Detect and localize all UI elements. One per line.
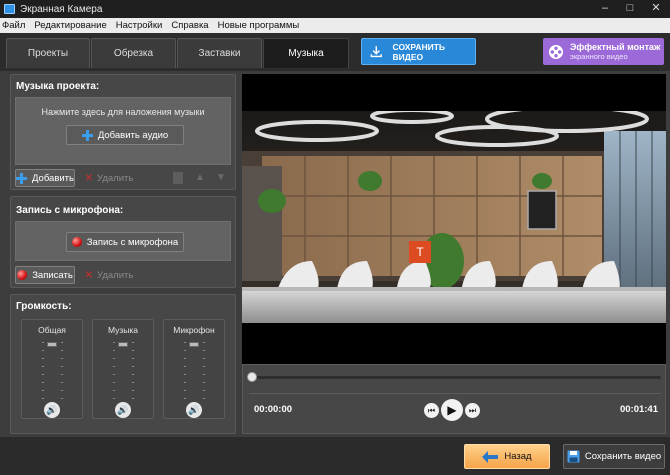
scale-ticks [42, 342, 44, 402]
x-icon: ✕ [84, 269, 94, 281]
add-audio-button[interactable]: Добавить аудио [66, 125, 184, 145]
maximize-button[interactable]: □ [623, 2, 637, 15]
delete-music-button[interactable]: ✕ Удалить [83, 169, 135, 187]
move-up-icon[interactable]: ▲ [195, 172, 207, 184]
menu-edit[interactable]: Редактирование [34, 20, 106, 31]
save-video-button[interactable]: СОХРАНИТЬ ВИДЕО [361, 38, 476, 65]
next-icon[interactable]: ⏭ [465, 403, 480, 418]
download-icon [370, 46, 382, 58]
title-bar: Экранная Камера – □ ✕ [0, 0, 670, 18]
menu-settings[interactable]: Настройки [116, 20, 163, 31]
film-reel-icon [549, 44, 563, 59]
video-frame: T [242, 111, 666, 323]
tab-intros[interactable]: Заставки [177, 38, 262, 68]
delete-mic-button[interactable]: ✕ Удалить [83, 266, 135, 284]
menu-help[interactable]: Справка [171, 20, 208, 31]
menu-bar: Файл Редактирование Настройки Справка Но… [0, 18, 670, 33]
promo-banner[interactable]: Эффектный монтаж экранного видео [543, 38, 664, 65]
save-video-bottom-button[interactable]: Сохранить видео [563, 444, 665, 469]
music-drop-zone[interactable]: Нажмите здесь для наложения музыки Добав… [15, 97, 231, 165]
add-button[interactable]: Добавить [15, 169, 75, 187]
plus-icon [16, 172, 27, 184]
seek-handle[interactable] [247, 372, 257, 382]
add-audio-label: Добавить аудио [97, 129, 169, 141]
record-icon [17, 270, 28, 280]
back-arrow-icon [482, 450, 499, 463]
play-icon[interactable]: ▶ [441, 399, 463, 421]
x-icon: ✕ [84, 172, 94, 184]
volume-slider-general[interactable] [47, 342, 57, 347]
mic-panel: Запись с микрофона: Запись с микрофона З… [10, 196, 236, 288]
scale-ticks [132, 342, 134, 402]
speaker-icon[interactable]: 🔊 [44, 402, 60, 418]
tab-trim[interactable]: Обрезка [91, 38, 176, 68]
record-icon [71, 237, 82, 247]
speaker-icon[interactable]: 🔊 [186, 402, 202, 418]
video-preview[interactable]: T [242, 74, 666, 364]
scale-ticks [113, 342, 115, 402]
volume-slider-music[interactable] [118, 342, 128, 347]
back-button[interactable]: Назад [464, 444, 550, 469]
delete-label: Удалить [97, 269, 134, 281]
music-panel: Музыка проекта: Нажмите здесь для наложе… [10, 74, 236, 190]
minimize-button[interactable]: – [598, 2, 612, 15]
scale-ticks [203, 342, 205, 402]
divider [249, 393, 661, 394]
music-hint: Нажмите здесь для наложения музыки [41, 107, 205, 117]
scale-ticks [184, 342, 186, 402]
delete-label: Удалить [97, 172, 134, 184]
player-controls: 00:00:00 00:01:41 ⏮ ▶ ⏭ [242, 364, 666, 434]
promo-subtitle: экранного видео [570, 52, 628, 61]
volume-channel-general: Общая 🔊 [21, 319, 83, 419]
total-time: 00:01:41 [619, 404, 658, 415]
tab-music[interactable]: Музыка [263, 38, 349, 68]
volume-channel-mic: Микрофон 🔊 [163, 319, 225, 419]
volume-label-music: Музыка [107, 325, 139, 335]
save-video-bottom-label: Сохранить видео [584, 451, 662, 462]
speaker-icon[interactable]: 🔊 [115, 402, 131, 418]
menu-new-programs[interactable]: Новые программы [218, 20, 300, 31]
move-down-icon[interactable]: ▼ [216, 172, 228, 184]
previous-icon[interactable]: ⏮ [424, 403, 439, 418]
close-button[interactable]: ✕ [649, 2, 663, 15]
current-time: 00:00:00 [254, 404, 293, 415]
app-icon [4, 4, 15, 14]
mic-title: Запись с микрофона: [16, 205, 124, 216]
record-from-mic-label: Запись с микрофона [86, 236, 179, 248]
floppy-disk-icon [567, 450, 580, 463]
add-label: Добавить [32, 172, 74, 184]
volume-slider-mic[interactable] [189, 342, 199, 347]
back-label: Назад [504, 451, 532, 462]
office-scene-image [242, 111, 666, 323]
save-video-label: СОХРАНИТЬ ВИДЕО [392, 41, 446, 62]
promo-title: Эффектный монтаж [570, 42, 661, 52]
record-from-mic-button[interactable]: Запись с микрофона [66, 232, 184, 252]
tab-projects[interactable]: Проекты [6, 38, 90, 68]
volume-label-general: Общая [38, 325, 66, 335]
music-title: Музыка проекта: [16, 81, 100, 92]
volume-title: Громкость: [16, 301, 72, 312]
scale-ticks [61, 342, 63, 402]
record-button[interactable]: Записать [15, 266, 75, 284]
seek-bar[interactable] [249, 376, 661, 379]
text-overlay-icon[interactable]: T [409, 241, 431, 263]
volume-label-mic: Микрофон [173, 325, 215, 335]
record-label: Записать [32, 269, 73, 281]
plus-icon [81, 129, 93, 141]
mic-zone: Запись с микрофона [15, 221, 231, 261]
volume-channel-music: Музыка 🔊 [92, 319, 154, 419]
menu-file[interactable]: Файл [2, 20, 25, 31]
window-title: Экранная Камера [20, 3, 103, 15]
doc-icon[interactable] [173, 172, 183, 184]
